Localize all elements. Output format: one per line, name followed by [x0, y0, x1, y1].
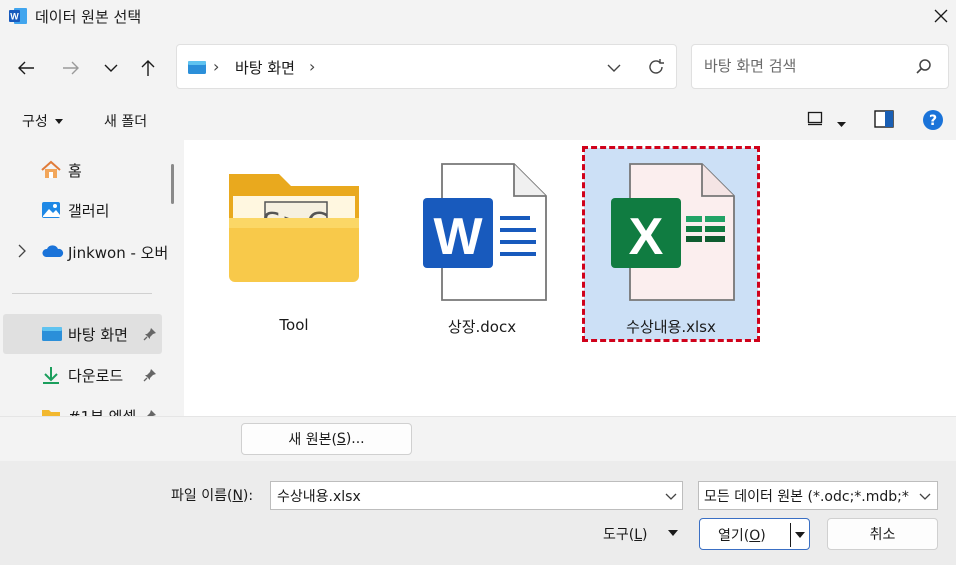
excel-document-icon: X	[611, 163, 735, 301]
folder-icon	[42, 410, 60, 416]
folder-icon: S>G	[229, 174, 359, 282]
file-type-select[interactable]: 모든 데이터 원본 (*.odc;*.mdb;*	[698, 481, 938, 510]
view-options-button[interactable]	[807, 110, 823, 130]
sidebar-item-label: Jinkwon - 오버	[68, 244, 169, 262]
view-icon	[807, 111, 823, 126]
pin-icon[interactable]	[143, 327, 157, 341]
help-button[interactable]: ?	[922, 109, 944, 135]
open-button[interactable]: 열기(O)	[699, 518, 810, 550]
file-name: 수상내용.xlsx	[626, 318, 716, 336]
file-item-sangjang-docx[interactable]: W 상장.docx	[396, 148, 568, 340]
sidebar-item-label: 다운로드	[68, 367, 124, 385]
sidebar-item-label: 바탕 화면	[68, 326, 128, 344]
organize-menu[interactable]: 구성	[22, 111, 64, 131]
word-app-icon: W	[9, 8, 27, 24]
navigation-bar: › 바탕 화면 ›	[0, 32, 956, 102]
sidebar-item-gallery[interactable]: 갤러리	[0, 190, 162, 230]
pin-icon[interactable]	[143, 409, 157, 416]
chevron-down-icon[interactable]	[917, 488, 933, 504]
dialog-footer: 파일 이름(N): 수상내용.xlsx 모든 데이터 원본 (*.odc;*.m…	[0, 461, 956, 565]
back-button[interactable]	[12, 54, 40, 82]
arrow-right-icon	[63, 61, 79, 75]
onedrive-cloud-icon	[42, 245, 64, 257]
refresh-icon[interactable]	[645, 56, 667, 78]
search-box[interactable]	[691, 44, 949, 89]
chevron-down-icon[interactable]	[663, 488, 679, 504]
navigation-pane: 홈 갤러리 Jinkwon - 오버 바탕 화면 다운로드 #1부 엑셀	[0, 140, 184, 416]
svg-text:W: W	[10, 12, 19, 22]
caret-down-icon	[55, 119, 64, 124]
chevron-down-icon	[104, 64, 118, 72]
sidebar-item-excel-part1[interactable]: #1부 엑셀	[0, 396, 162, 416]
new-source-button[interactable]: 새 원본(S)...	[241, 423, 412, 455]
preview-pane-icon	[874, 110, 894, 128]
view-dropdown-button[interactable]	[837, 116, 846, 132]
filename-label: 파일 이름(N):	[171, 488, 254, 504]
file-name: 상장.docx	[447, 318, 517, 336]
filename-value[interactable]: 수상내용.xlsx	[277, 486, 361, 506]
chevron-down-icon[interactable]	[603, 57, 625, 79]
cancel-button[interactable]: 취소	[827, 518, 938, 550]
caret-down-icon[interactable]	[668, 529, 678, 537]
word-document-icon: W	[423, 163, 547, 301]
desktop-folder-icon	[188, 61, 206, 74]
window-title: 데이터 원본 선택	[35, 8, 142, 26]
desktop-folder-icon	[42, 327, 62, 341]
arrow-left-icon	[18, 61, 34, 75]
tools-menu[interactable]: 도구(L)	[603, 524, 648, 544]
forward-button[interactable]	[57, 54, 85, 82]
file-list: S>G Tool W 상장.docx X	[184, 140, 956, 416]
file-name: Tool	[279, 316, 309, 334]
arrow-up-icon	[141, 60, 155, 76]
breadcrumb-location[interactable]: 바탕 화면	[235, 57, 295, 78]
address-bar[interactable]: › 바탕 화면 ›	[176, 44, 677, 89]
sidebar-item-onedrive[interactable]: Jinkwon - 오버	[0, 232, 168, 272]
caret-down-icon	[837, 122, 846, 127]
file-item-tool-folder[interactable]: S>G Tool	[208, 148, 380, 340]
close-icon	[934, 9, 948, 23]
organize-label: 구성	[22, 114, 48, 130]
new-folder-button[interactable]: 새 폴더	[104, 111, 147, 131]
title-bar: W 데이터 원본 선택	[0, 0, 956, 32]
new-source-strip: 새 원본(S)...	[0, 416, 956, 461]
sidebar-item-label: 홈	[68, 162, 82, 180]
filename-combobox[interactable]: 수상내용.xlsx	[270, 481, 683, 510]
chevron-right-icon[interactable]	[16, 243, 28, 259]
caret-down-icon[interactable]	[795, 531, 805, 539]
home-icon	[41, 160, 61, 178]
sidebar-item-home[interactable]: 홈	[0, 150, 162, 190]
open-label: 열기(O)	[718, 528, 766, 544]
svg-text:?: ?	[929, 113, 937, 129]
svg-text:W: W	[433, 208, 483, 266]
help-icon: ?	[923, 110, 943, 130]
sidebar-divider	[12, 293, 152, 294]
sidebar-item-downloads[interactable]: 다운로드	[0, 355, 162, 395]
file-type-value: 모든 데이터 원본 (*.odc;*.mdb;*	[704, 489, 909, 505]
breadcrumb-separator[interactable]: ›	[309, 57, 315, 76]
svg-text:X: X	[629, 208, 664, 266]
preview-pane-button[interactable]	[874, 110, 894, 132]
up-button[interactable]	[134, 54, 162, 82]
command-toolbar: 구성 새 폴더 ?	[0, 102, 956, 140]
recent-locations-button[interactable]	[97, 54, 125, 82]
close-button[interactable]	[928, 4, 954, 28]
search-icon	[916, 59, 931, 74]
split-divider	[790, 523, 791, 547]
file-item-susang-xlsx[interactable]: X 수상내용.xlsx	[582, 146, 760, 342]
breadcrumb-separator: ›	[213, 57, 220, 76]
gallery-icon	[42, 202, 60, 218]
sidebar-item-desktop[interactable]: 바탕 화면	[3, 314, 162, 354]
sidebar-item-label: #1부 엑셀	[68, 406, 136, 416]
sidebar-item-label: 갤러리	[68, 202, 110, 220]
download-icon	[43, 367, 59, 384]
pin-icon[interactable]	[143, 368, 157, 382]
sidebar-scrollbar[interactable]	[171, 164, 174, 204]
search-input[interactable]	[704, 57, 904, 75]
